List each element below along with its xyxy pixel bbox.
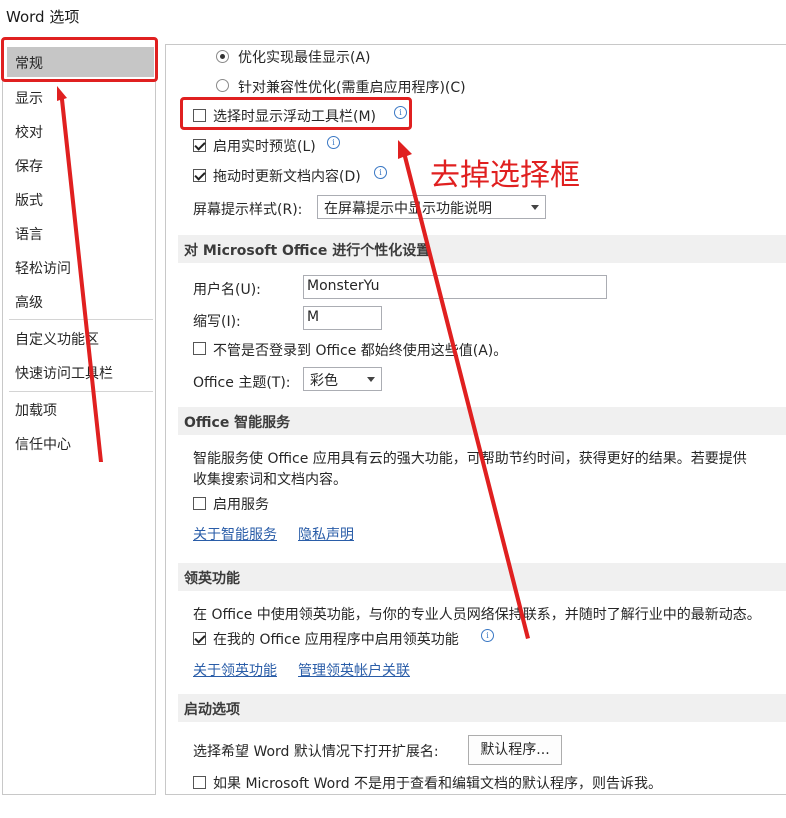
annotation-arrows bbox=[57, 86, 530, 639]
annotation-arrow-left bbox=[57, 86, 103, 462]
annotation-arrow-right bbox=[398, 140, 530, 639]
